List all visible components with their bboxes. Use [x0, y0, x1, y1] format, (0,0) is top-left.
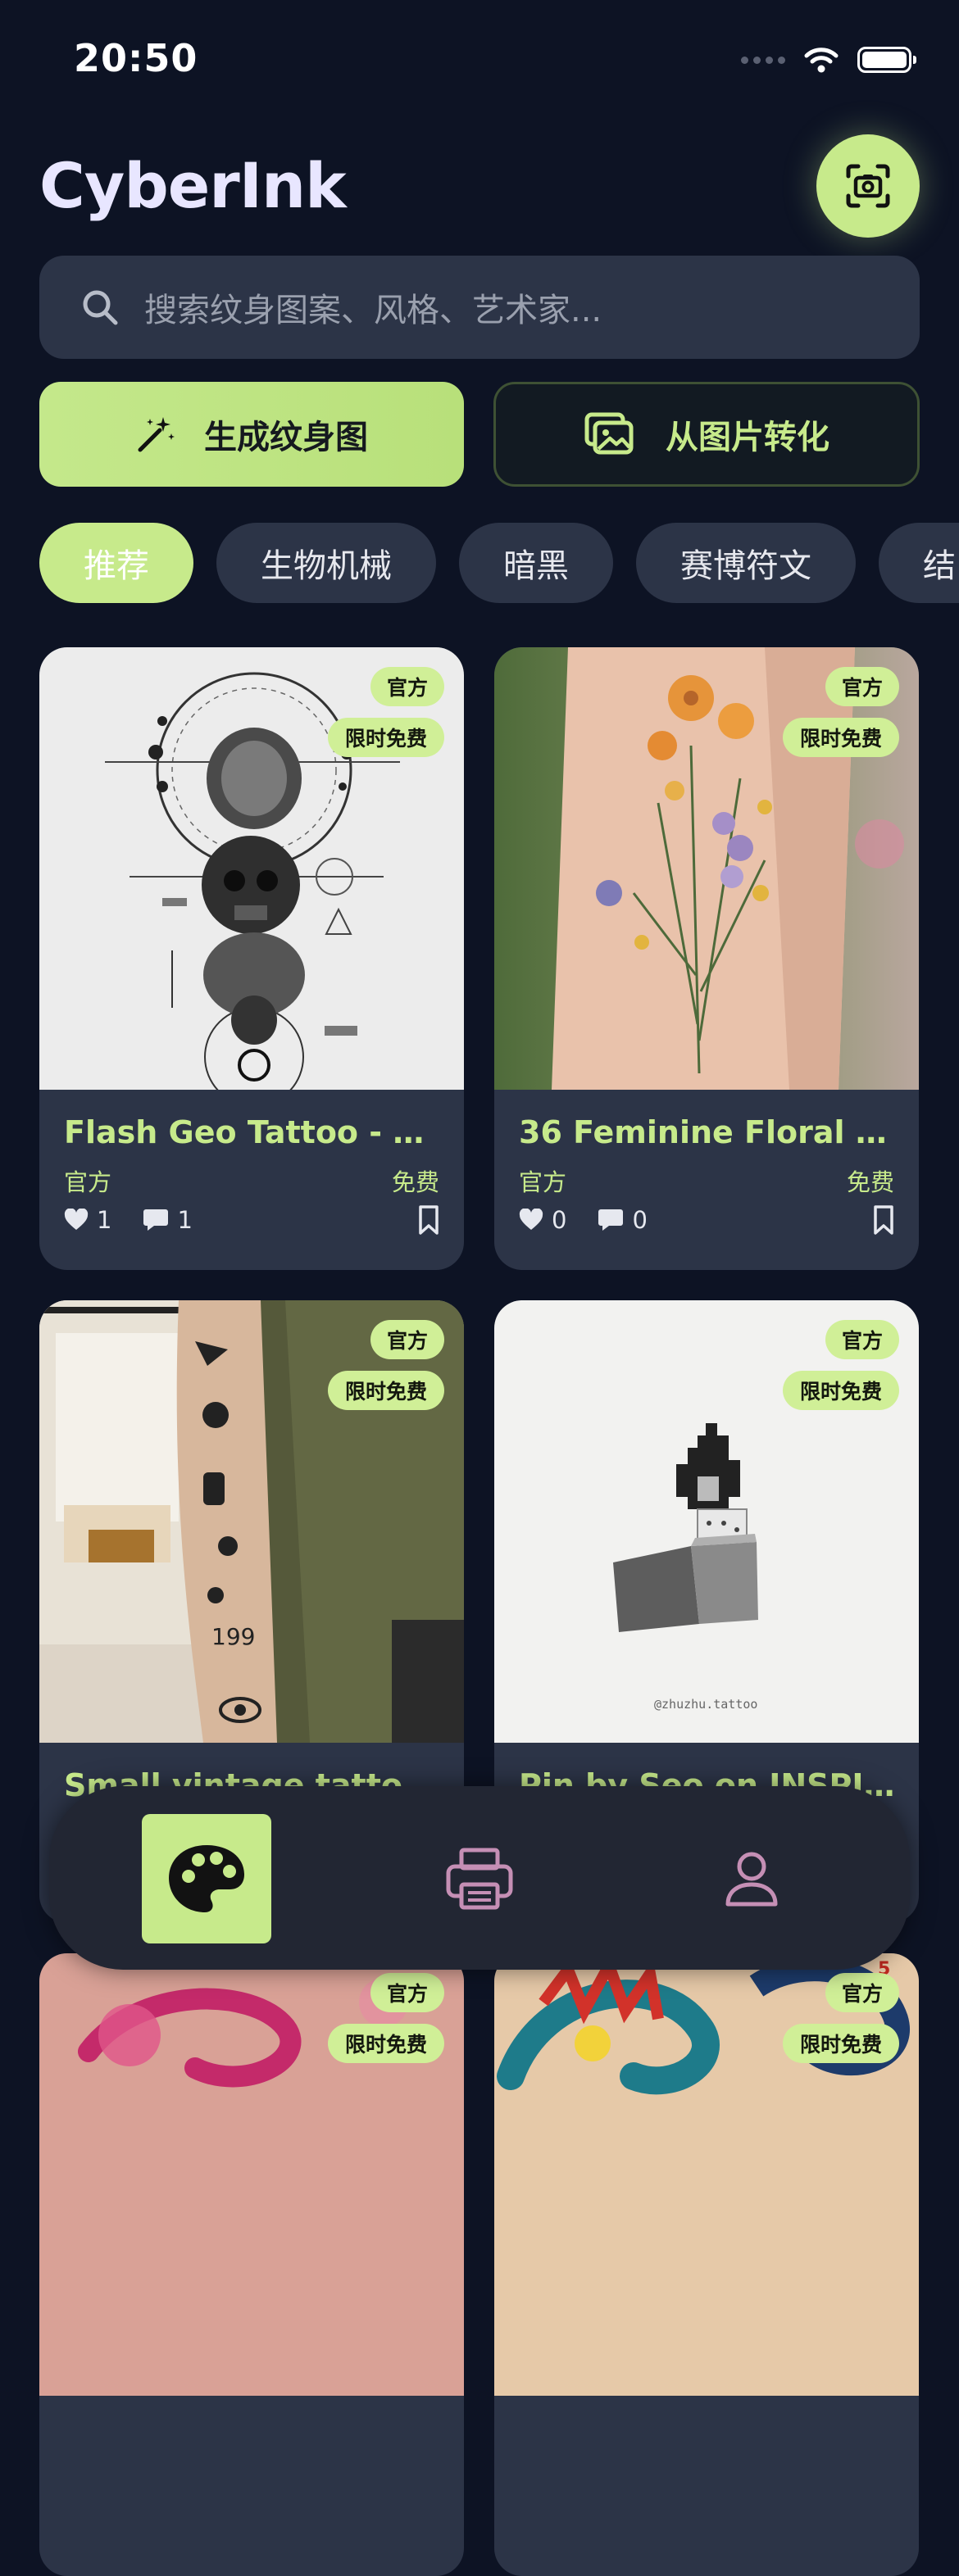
tattoo-card[interactable]: 官方 限时免费 36 Feminine Floral Col... 官方 免费 …	[494, 647, 919, 1270]
chip-biomechanical[interactable]: 生物机械	[216, 523, 436, 603]
category-chips: 推荐 生物机械 暗黑 赛博符文结	[39, 523, 959, 603]
convert-from-image-label: 从图片转化	[666, 419, 829, 456]
chip-recommended[interactable]: 推荐	[39, 523, 193, 603]
card-stats: 0 0	[519, 1206, 679, 1234]
official-badge: 官方	[370, 667, 444, 706]
card-title: 36 Feminine Floral Col...	[519, 1114, 896, 1150]
tattoo-image-pixel-lighter: @zhuzhu.tattoo	[494, 1300, 919, 1743]
chip-dark[interactable]: 暗黑	[459, 523, 613, 603]
action-buttons: 生成纹身图 从图片转化	[39, 382, 920, 488]
heart-icon[interactable]	[519, 1209, 543, 1231]
tattoo-image-watercolor	[39, 1953, 464, 2396]
tattoo-card[interactable]: 5 官方 限时免费	[494, 1953, 919, 2576]
generate-tattoo-button[interactable]: 生成纹身图	[39, 382, 464, 487]
comment-count: 0	[632, 1206, 648, 1234]
camera-scan-icon	[846, 164, 890, 208]
header: CyberInk	[39, 131, 920, 246]
heart-icon[interactable]	[64, 1209, 89, 1231]
like-count: 0	[552, 1206, 567, 1234]
limited-free-badge: 限时免费	[783, 718, 899, 757]
limited-free-badge: 限时免费	[328, 718, 444, 757]
limited-free-badge: 限时免费	[783, 1371, 899, 1410]
chip-more[interactable]: 结	[879, 523, 959, 603]
chip-cyber-runes[interactable]: 赛博符文	[636, 523, 856, 603]
tattoo-image-traditional-snake: 5	[494, 1953, 919, 2396]
user-icon	[725, 1852, 778, 1907]
images-icon	[584, 412, 634, 455]
limited-free-badge: 限时免费	[783, 2024, 899, 2063]
comment-icon[interactable]	[598, 1208, 624, 1232]
tattoo-image-floral	[494, 647, 919, 1090]
tab-print[interactable]	[415, 1814, 544, 1943]
tab-profile[interactable]	[687, 1814, 816, 1943]
search-icon	[83, 290, 118, 325]
tab-palette[interactable]	[142, 1814, 271, 1943]
comment-icon[interactable]	[143, 1208, 169, 1232]
card-author: 官方	[519, 1168, 567, 1196]
battery-icon	[857, 47, 916, 73]
status-bar: 20:50	[0, 0, 959, 123]
card-title: Flash Geo Tattoo - Ge...	[64, 1114, 441, 1150]
official-badge: 官方	[370, 1320, 444, 1359]
official-badge: 官方	[370, 1973, 444, 2012]
wifi-icon	[804, 48, 839, 73]
printer-icon	[446, 1848, 513, 1910]
comment-count: 1	[177, 1206, 193, 1234]
bottom-tab-bar	[49, 1786, 910, 1970]
bookmark-icon[interactable]	[873, 1204, 894, 1239]
tattoo-image-arm-sleeve: 199	[39, 1300, 464, 1743]
search-placeholder: 搜索纹身图案、风格、艺术家...	[144, 292, 602, 329]
card-stats: 1 1	[64, 1206, 224, 1234]
palette-icon	[169, 1845, 244, 1912]
tattoo-card[interactable]: 官方 限时免费 Flash Geo Tattoo - Ge... 官方 免费 1…	[39, 647, 464, 1270]
tattoo-image-geometric	[39, 647, 464, 1090]
watermark-text: @zhuzhu.tattoo	[654, 1697, 757, 1712]
scan-button[interactable]	[816, 134, 920, 238]
status-icons	[741, 46, 916, 74]
official-badge: 官方	[825, 1973, 899, 2012]
generate-tattoo-label: 生成纹身图	[204, 419, 368, 456]
signal-icon	[741, 56, 785, 64]
limited-free-badge: 限时免费	[328, 2024, 444, 2063]
convert-from-image-button[interactable]: 从图片转化	[493, 382, 920, 487]
bookmark-icon[interactable]	[418, 1204, 439, 1239]
card-author: 官方	[64, 1168, 112, 1196]
svg-text:199: 199	[211, 1623, 255, 1650]
card-price: 免费	[391, 1168, 439, 1196]
card-price: 免费	[846, 1168, 894, 1196]
official-badge: 官方	[825, 667, 899, 706]
limited-free-badge: 限时免费	[328, 1371, 444, 1410]
search-input[interactable]: 搜索纹身图案、风格、艺术家...	[39, 256, 920, 359]
app-title: CyberInk	[39, 149, 347, 222]
magic-wand-icon	[138, 417, 175, 452]
official-badge: 官方	[825, 1320, 899, 1359]
like-count: 1	[97, 1206, 112, 1234]
tattoo-card[interactable]: 官方 限时免费	[39, 1953, 464, 2576]
status-time: 20:50	[74, 36, 198, 80]
